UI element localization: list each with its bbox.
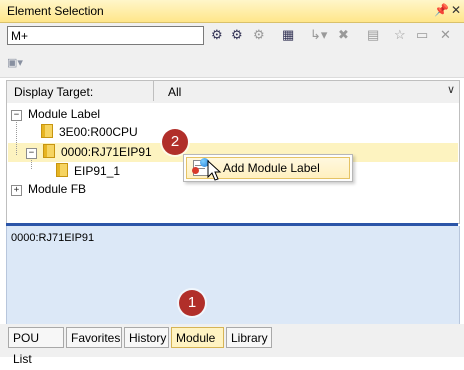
element-selection-window: Element Selection 📌 ✕ ⚙ ⚙ ⚙ ▦ ↳▾ ✖ ▤ ☆ ▭… <box>0 0 464 366</box>
title-bar: Element Selection 📌 ✕ <box>0 0 464 23</box>
folder-icon <box>43 144 55 158</box>
folder-icon[interactable]: ▭ <box>416 27 428 45</box>
find-next-icon[interactable]: ⚙ <box>211 27 223 45</box>
mouse-cursor-icon <box>207 160 222 181</box>
chevron-down-icon[interactable]: ∨ <box>447 83 455 96</box>
expand-icon[interactable]: + <box>11 185 22 196</box>
favorite-star-icon[interactable]: ☆ <box>394 27 406 45</box>
display-target-select[interactable]: All ∨ <box>153 81 459 101</box>
tab-bar: POU List Favorites History Module Librar… <box>0 324 464 366</box>
filter-dropdown-icon[interactable]: ▣▾ <box>7 56 23 69</box>
tree-node-module-label[interactable]: − Module Label <box>11 105 100 123</box>
folder-icon <box>41 124 53 138</box>
tab-favorites[interactable]: Favorites <box>66 327 122 348</box>
display-target-label: Display Target: <box>14 85 94 99</box>
tree-node-cpu[interactable]: 3E00:R00CPU <box>41 123 138 141</box>
step-badge-2: 2 <box>162 129 188 155</box>
properties-icon[interactable]: ▤ <box>367 27 379 45</box>
tree-node-module-fb[interactable]: + Module FB <box>11 180 86 198</box>
tab-library[interactable]: Library <box>226 327 272 348</box>
search-toolbar: ⚙ ⚙ ⚙ ▦ ↳▾ ✖ ▤ ☆ ▭ ✕ <box>0 23 464 51</box>
detail-pane: 0000:RJ71EIP91 <box>6 226 460 325</box>
tree-node-label: 0000:RJ71EIP91 <box>61 145 152 159</box>
menu-item-label: Add Module Label <box>223 161 320 175</box>
divider <box>0 77 464 78</box>
collapse-icon[interactable]: − <box>26 148 37 159</box>
tree-node-rj71eip91[interactable]: − 0000:RJ71EIP91 <box>26 143 152 161</box>
tree-node-label: 3E00:R00CPU <box>59 125 138 139</box>
pin-icon[interactable]: 📌 <box>434 3 449 17</box>
remove-icon[interactable]: ✕ <box>440 27 451 45</box>
tree-node-eip91[interactable]: EIP91_1 <box>56 162 120 180</box>
find-prev-icon[interactable]: ⚙ <box>231 27 243 45</box>
find-all-icon[interactable]: ⚙ <box>253 27 265 45</box>
detail-text: 0000:RJ71EIP91 <box>11 232 95 244</box>
tab-module[interactable]: Module <box>171 327 224 348</box>
search-input[interactable] <box>7 26 204 45</box>
tab-history[interactable]: History <box>124 327 169 348</box>
collapse-icon[interactable]: − <box>11 110 22 121</box>
display-target-value: All <box>168 85 182 99</box>
step-badge-1: 1 <box>179 290 205 316</box>
sub-toolbar: ▣▾ <box>0 51 464 77</box>
close-icon[interactable]: ✕ <box>451 3 461 17</box>
window-title: Element Selection <box>7 4 104 18</box>
display-target-row: Display Target: All ∨ <box>6 80 460 104</box>
register-dropdown-icon[interactable]: ↳▾ <box>310 27 327 45</box>
tree-node-label: EIP91_1 <box>74 164 121 178</box>
tree-node-label: Module Label <box>28 107 101 121</box>
delete-icon[interactable]: ✖ <box>338 27 349 45</box>
tree-node-label: Module FB <box>28 182 87 196</box>
folder-icon <box>56 163 68 177</box>
tab-pou-list[interactable]: POU List <box>8 327 64 366</box>
module-label-icon[interactable]: ▦ <box>282 27 294 45</box>
